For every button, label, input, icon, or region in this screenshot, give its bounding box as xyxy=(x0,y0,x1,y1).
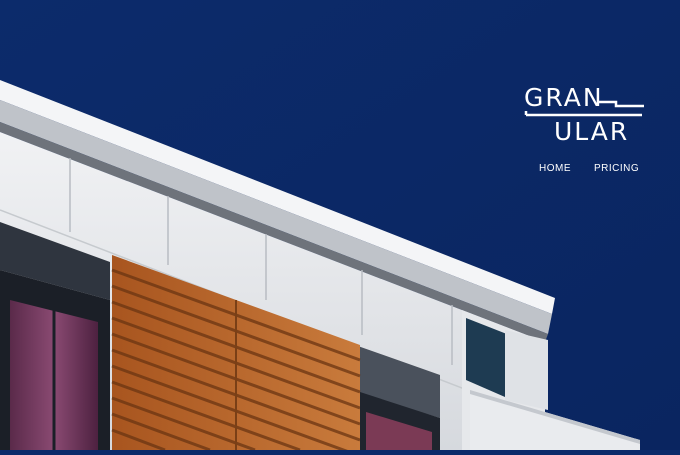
nav-home-link[interactable]: HOME xyxy=(539,163,571,174)
building-photo xyxy=(0,0,680,455)
nav-pricing-link[interactable]: PRICING xyxy=(594,163,639,174)
main-nav: HOME PRICING xyxy=(539,163,639,174)
logo-line1: GRAN xyxy=(524,83,604,112)
brand-logo[interactable]: GRAN ULAR xyxy=(524,80,646,146)
hero-image xyxy=(0,0,680,455)
logo-mark: GRAN ULAR xyxy=(524,83,644,146)
logo-line2: ULAR xyxy=(554,117,629,146)
